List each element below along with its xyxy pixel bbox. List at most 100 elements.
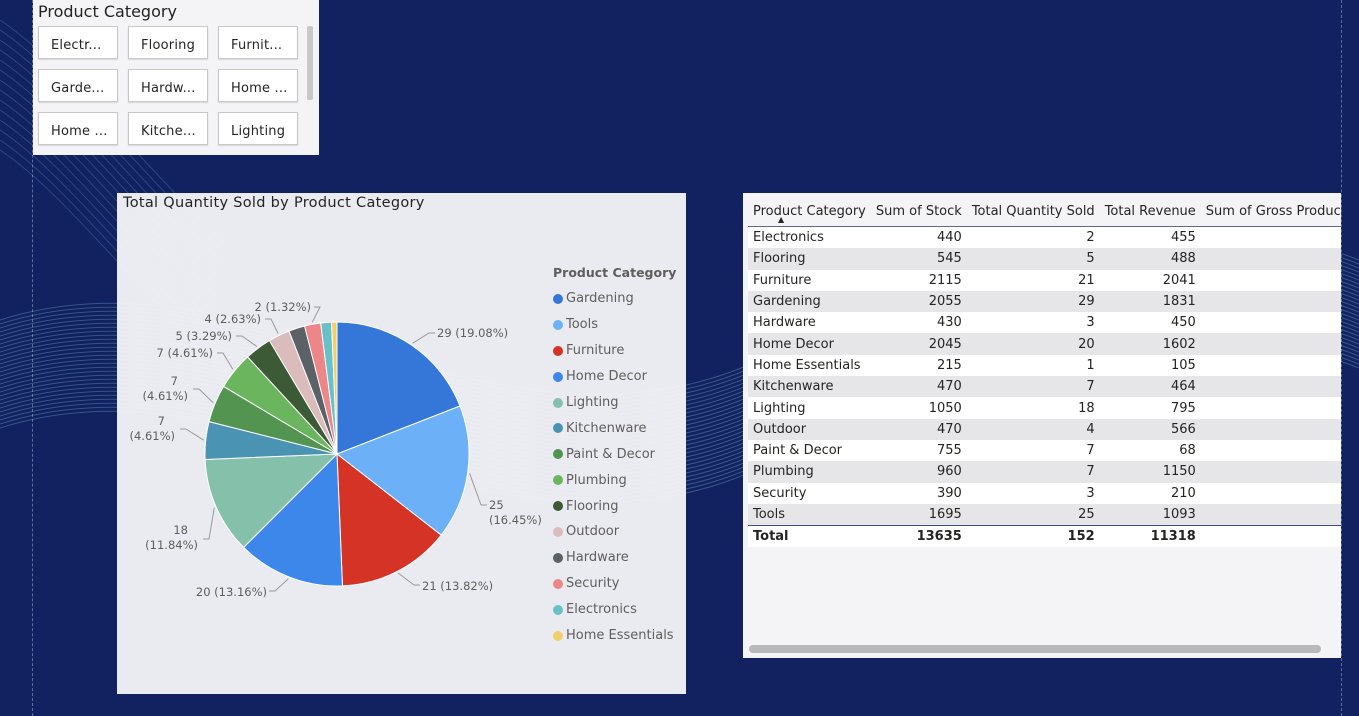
table-cell: 7 [1086, 443, 1095, 459]
data-label-leader [236, 335, 258, 347]
legend-item[interactable]: Home Essentials [553, 623, 674, 649]
data-label: (4.61%) [129, 429, 175, 443]
legend-label: Plumbing [566, 472, 627, 488]
table-cell: 2045 [928, 336, 962, 352]
legend-item[interactable]: Electronics [553, 597, 674, 623]
table-cell: Outdoor [753, 421, 807, 437]
table-cell: 1093 [1162, 507, 1196, 522]
column-header-product-category[interactable]: Product Category ▲ [748, 197, 871, 227]
data-label-leader [265, 318, 279, 334]
table-row[interactable]: Plumbing 960 7 1150 76 [748, 461, 1341, 483]
legend-item[interactable]: Lighting [553, 390, 674, 416]
table-cell: 430 [936, 315, 962, 331]
slicer-scrollbar[interactable] [307, 26, 313, 100]
table-cell: Gardening [753, 294, 821, 310]
table-row[interactable]: Security 390 3 210 7 [748, 482, 1341, 504]
table-cell: 21 [1201, 397, 1341, 418]
legend-item[interactable]: Plumbing [553, 467, 674, 493]
table-row[interactable]: Electronics 440 2 455 45 [748, 226, 1341, 249]
legend-item[interactable]: Furniture [553, 338, 674, 364]
slicer-tile-home-decor[interactable]: Home ... [218, 69, 298, 102]
table-cell: Kitchenware [753, 379, 834, 395]
table-row[interactable]: Lighting 1050 18 795 21 [748, 397, 1341, 419]
legend-item[interactable]: Outdoor [553, 519, 674, 545]
data-label: 5 (3.29%) [176, 329, 232, 343]
table-cell: 2041 [1162, 272, 1196, 288]
slicer-title: Product Category [38, 2, 177, 21]
table-cell: 1831 [1162, 294, 1196, 310]
slicer-tile-electronics[interactable]: Electr... [38, 26, 118, 59]
legend-item[interactable]: Tools [553, 312, 674, 338]
data-label: 7 (4.61%) [157, 346, 213, 360]
table-cell: 2115 [928, 272, 962, 288]
column-header-total-revenue[interactable]: Total Revenue [1100, 197, 1201, 227]
data-label: 25 [489, 498, 504, 512]
table-cell: 2 [1086, 230, 1095, 246]
table-row[interactable]: Gardening 2055 29 1831 54 [748, 290, 1341, 313]
table-row[interactable]: Kitchenware 470 7 464 31 [748, 376, 1341, 398]
legend-dot-icon [553, 397, 563, 408]
table-row[interactable]: Tools 1695 25 1093 35 [748, 503, 1341, 526]
slicer-tile-furniture[interactable]: Furnit... [218, 26, 298, 59]
legend-dot-icon [553, 630, 563, 641]
slicer-tile-flooring[interactable]: Flooring [128, 26, 208, 59]
table-cell: 68 [1179, 443, 1196, 459]
column-header-sum-of-stock[interactable]: Sum of Stock [871, 197, 967, 227]
table-cell: 35 [1201, 504, 1341, 526]
table-cell: Security [753, 485, 807, 501]
horizontal-scrollbar[interactable] [749, 645, 1321, 653]
table-cell: 37 [1201, 312, 1341, 333]
legend-item[interactable]: Flooring [553, 493, 674, 519]
table-row[interactable]: Furniture 2115 21 2041 108 [748, 269, 1341, 291]
total-gross-product-price: 581 [1201, 526, 1341, 548]
table-cell: 17 [1201, 248, 1341, 269]
legend-item[interactable]: Kitchenware [553, 415, 674, 441]
legend-dot-icon [553, 578, 563, 589]
chart-legend: Gardening Tools Furniture Home Decor Lightin… [553, 286, 674, 648]
slicer-tile-home-essentials[interactable]: Home ... [38, 112, 118, 145]
legend-item[interactable]: Paint & Decor [553, 441, 674, 467]
legend-dot-icon [553, 345, 563, 356]
page-guide-right [1341, 0, 1342, 716]
data-table: Product Category ▲ Sum of Stock Total Qua… [748, 197, 1341, 548]
legend-dot-icon [553, 319, 563, 330]
table-row[interactable]: Outdoor 470 4 566 28 [748, 418, 1341, 440]
table-row[interactable]: Hardware 430 3 450 37 [748, 312, 1341, 334]
slicer-tile-hardware[interactable]: Hardw... [128, 69, 208, 102]
column-header-sum-of-gross-product-price[interactable]: Sum of Gross Product Pric [1201, 197, 1341, 227]
table-cell: 101 [1201, 333, 1341, 354]
legend-label: Furniture [566, 343, 625, 359]
legend-dot-icon [553, 293, 563, 304]
legend-label: Gardening [566, 291, 634, 307]
data-label: 2 (1.32%) [255, 300, 311, 314]
table-row[interactable]: Home Essentials 215 1 105 10 [748, 354, 1341, 377]
legend-dot-icon [553, 526, 563, 537]
table-cell: 7 [1201, 483, 1341, 504]
slicer-tile-gardening[interactable]: Garde... [38, 69, 118, 102]
legend-item[interactable]: Home Decor [553, 364, 674, 390]
table-row[interactable]: Paint & Decor 755 7 68 5 [748, 439, 1341, 462]
table-cell: 440 [936, 230, 962, 246]
table-cell: 108 [1201, 270, 1341, 291]
legend-label: Lighting [566, 395, 619, 410]
slicer-tile-kitchenware[interactable]: Kitche... [128, 112, 208, 145]
legend-dot-icon [553, 449, 563, 460]
data-label: (11.84%) [145, 538, 198, 552]
legend-item[interactable]: Security [553, 571, 674, 597]
table-row[interactable]: Home Decor 2045 20 1602 101 [748, 333, 1341, 355]
total-sum-of-stock: 13635 [916, 529, 962, 545]
table-header-row: Product Category ▲ Sum of Stock Total Qua… [748, 197, 1341, 227]
legend-item[interactable]: Hardware [553, 545, 674, 571]
table-row[interactable]: Flooring 545 5 488 17 [748, 248, 1341, 270]
slicer-tile-lighting[interactable]: Lighting [218, 112, 298, 145]
legend-label: Electronics [566, 602, 637, 618]
legend-dot-icon [553, 423, 563, 434]
table-visual[interactable]: Product Category ▲ Sum of Stock Total Qua… [743, 193, 1341, 658]
table-cell: Home Essentials [753, 357, 861, 373]
column-header-total-quantity-sold[interactable]: Total Quantity Sold [967, 197, 1100, 227]
legend-label: Hardware [566, 550, 629, 566]
legend-item[interactable]: Gardening [553, 286, 674, 312]
pie-chart-visual[interactable]: 29 (19.08%) 25 (16.45%) 21 (13.82%) 20 (13.1… [117, 193, 686, 694]
table-cell: 54 [1201, 291, 1341, 312]
table-cell: 21 [1078, 272, 1095, 288]
